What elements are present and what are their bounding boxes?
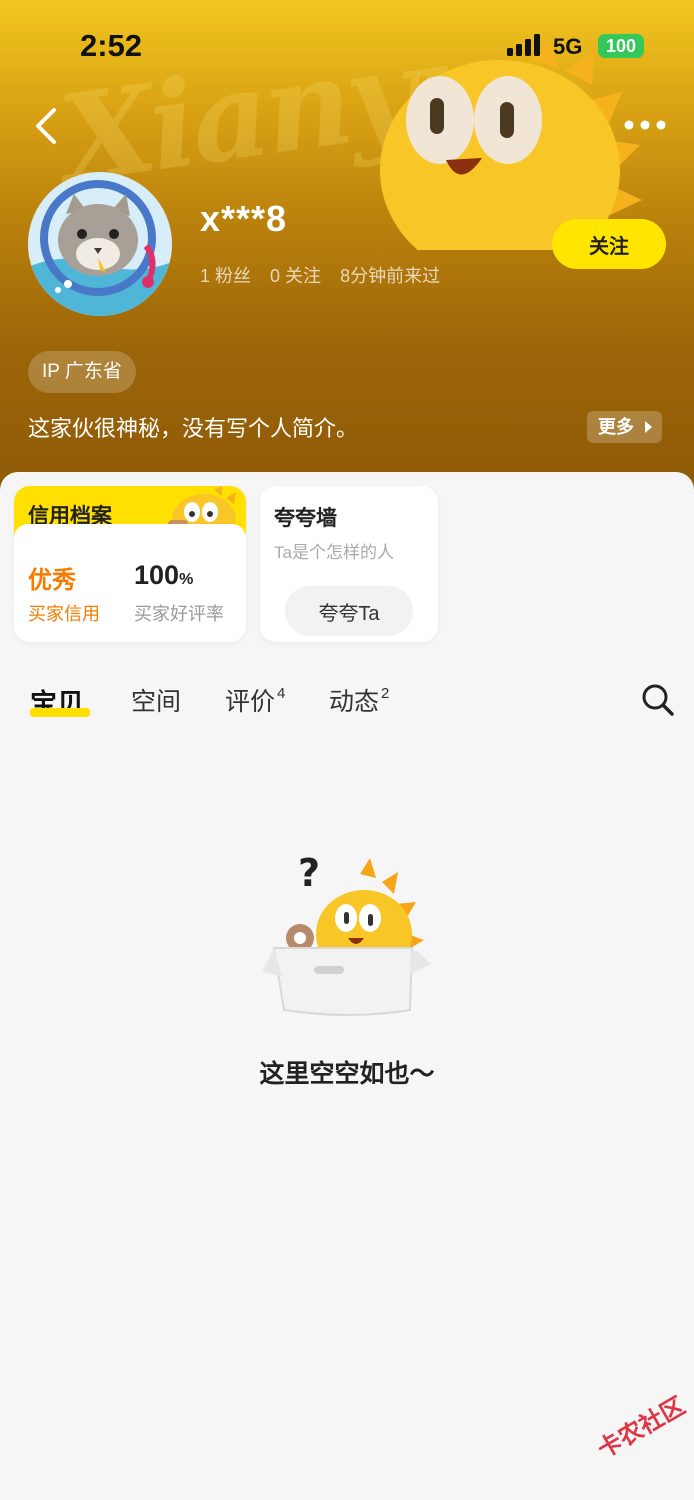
last-seen: 8分钟前来过 (340, 266, 441, 286)
profile-bio: 这家伙很神秘，没有写个人简介。 (28, 416, 359, 441)
praise-wall-card[interactable]: 夸夸墙 Ta是个怎样的人 夸夸Ta (260, 486, 438, 642)
more-label: 更多 (598, 417, 634, 437)
username: x***8 (200, 198, 288, 239)
more-options-icon[interactable] (620, 112, 670, 138)
good-review-rate-label: 买家好评率 (134, 604, 224, 624)
profile-stats: 1 粉丝 0 关注 8分钟前来过 (200, 262, 454, 288)
good-review-rate: 100% (134, 560, 193, 591)
cellular-signal-icon (507, 34, 540, 56)
active-tab-indicator (30, 708, 90, 717)
back-arrow-icon[interactable] (30, 104, 66, 148)
triangle-right-icon (645, 421, 652, 433)
tab-activity[interactable]: 动态 2 (329, 682, 389, 718)
search-icon[interactable] (640, 682, 676, 718)
empty-box-mascot-illustration: ? (262, 852, 432, 1016)
follow-button[interactable]: 关注 (552, 219, 666, 269)
avatar-cat-icon (28, 172, 172, 316)
praise-button[interactable]: 夸夸Ta (285, 586, 413, 636)
tab-reviews-count: 4 (277, 685, 286, 702)
network-type: 5G (553, 34, 583, 59)
profile-header: Xianyu 2:52 5G 100 x***8 1 粉丝 0 关注 8分钟前来… (0, 0, 694, 500)
svg-text:?: ? (298, 852, 320, 895)
more-button[interactable]: 更多 (587, 411, 662, 443)
rate-value: 100 (134, 560, 180, 590)
praise-wall-title: 夸夸墙 (274, 507, 337, 530)
tab-space-label: 空间 (131, 688, 182, 716)
tab-reviews[interactable]: 评价 4 (225, 682, 285, 718)
profile-content: 信用档案 优秀 买家信用 100% 买家好评率 夸夸墙 Ta是个怎样的人 夸夸T… (0, 472, 694, 1500)
battery-indicator: 100 (598, 34, 644, 58)
credit-grade: 优秀 (28, 567, 76, 594)
following-count[interactable]: 0 关注 (270, 266, 321, 286)
empty-state-text: 这里空空如也～ (259, 1060, 435, 1088)
status-time: 2:52 (80, 28, 143, 63)
status-bar: 2:52 5G 100 (0, 0, 694, 90)
rate-unit: % (179, 571, 194, 588)
praise-wall-subtitle: Ta是个怎样的人 (274, 543, 394, 562)
fans-count[interactable]: 1 粉丝 (200, 266, 251, 286)
profile-tabs: 宝贝 空间 评价 4 动态 2 (0, 676, 694, 736)
credit-card[interactable]: 信用档案 优秀 买家信用 100% 买家好评率 (14, 486, 246, 642)
avatar[interactable] (28, 172, 172, 316)
ip-location-tag: IP 广东省 (28, 351, 136, 393)
tab-activity-label: 动态 (329, 688, 380, 716)
tab-space[interactable]: 空间 (131, 682, 181, 718)
credit-grade-label: 买家信用 (28, 604, 100, 624)
tab-reviews-label: 评价 (225, 688, 276, 716)
tab-activity-count: 2 (381, 685, 390, 702)
